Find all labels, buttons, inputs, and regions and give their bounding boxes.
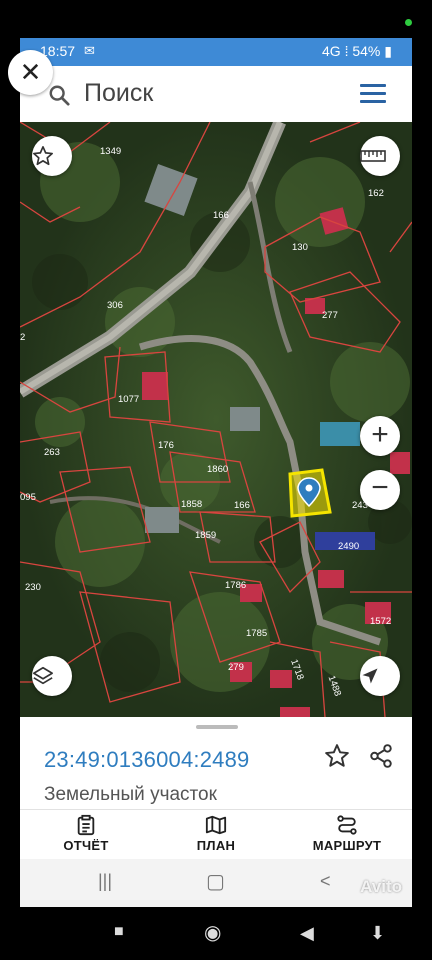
back-triangle-icon[interactable]: ◀	[300, 923, 314, 944]
map-view[interactable]: 1349 166 162 130 306 277 2 1077 176 263 …	[20, 122, 412, 717]
map-label: 279	[228, 662, 244, 673]
map-label: 130	[292, 242, 308, 253]
menu-icon[interactable]	[360, 84, 386, 104]
report-icon	[77, 814, 95, 836]
map-label: 176	[158, 440, 174, 451]
battery-level: 54%	[352, 43, 381, 59]
route-icon	[337, 815, 357, 835]
map-label: 1572	[370, 616, 391, 627]
close-button[interactable]: ✕	[8, 50, 53, 95]
mail-icon: ✉	[84, 43, 95, 58]
layers-button[interactable]	[32, 656, 72, 696]
map-label: 1077	[118, 394, 139, 405]
navigation-arrow-icon	[362, 668, 378, 684]
status-bar: 18:57 ✉ 4G ⁞ 54% ▮	[20, 38, 412, 66]
home-icon[interactable]: ▢	[206, 869, 225, 894]
search-icon[interactable]	[48, 84, 70, 106]
cadastral-number[interactable]: 23:49:0136004:2489	[44, 747, 249, 773]
map-label: 277	[322, 310, 338, 321]
map-label: 2	[20, 332, 25, 343]
zoom-out-button[interactable]: −	[360, 470, 400, 510]
layers-icon	[33, 666, 53, 685]
map-label: 166	[234, 500, 250, 511]
map-label: 263	[44, 447, 60, 458]
avito-watermark: Avito	[360, 877, 402, 896]
zoom-in-button[interactable]: +	[360, 416, 400, 456]
map-label: 2490	[338, 541, 359, 552]
search-bar: Поиск	[20, 66, 412, 122]
satellite-map: 1349 166 162 130 306 277 2 1077 176 263 …	[20, 122, 412, 717]
map-label: 1786	[225, 580, 246, 591]
favorite-map-button[interactable]	[32, 136, 72, 176]
search-input[interactable]: Поиск	[84, 79, 153, 108]
map-label: 1858	[181, 499, 202, 510]
download-icon[interactable]: ⬇	[370, 923, 385, 944]
map-label: 1785	[246, 628, 267, 639]
map-label: 1859	[195, 530, 216, 541]
route-button[interactable]: МАРШРУТ	[302, 814, 392, 853]
star-icon[interactable]	[324, 743, 350, 769]
ruler-icon	[360, 150, 386, 162]
home-circle-icon[interactable]: ◉	[204, 920, 221, 945]
device-navigation-bar: ■ ◉ ◀ ⬇	[0, 907, 432, 960]
map-label: 162	[368, 188, 384, 199]
map-label: 306	[107, 300, 123, 311]
star-icon	[33, 146, 53, 166]
square-icon[interactable]: ■	[114, 923, 124, 941]
map-label: 230	[25, 582, 41, 593]
map-label: 1349	[100, 146, 121, 157]
inner-navigation-bar: ||| ▢ < Avito	[20, 859, 412, 907]
back-icon[interactable]: <	[320, 871, 331, 892]
report-button[interactable]: ОТЧЁТ	[60, 814, 112, 853]
notification-led	[405, 19, 412, 26]
parcel-type: Земельный участок	[44, 784, 217, 805]
plan-button[interactable]: ПЛАН	[190, 814, 242, 853]
share-icon[interactable]	[368, 743, 394, 769]
ruler-button[interactable]	[360, 136, 400, 176]
battery-icon: ▮	[384, 43, 392, 59]
signal-indicator: 4G	[322, 43, 341, 59]
my-location-button[interactable]	[360, 656, 400, 696]
map-label: 1860	[207, 464, 228, 475]
map-label: 166	[213, 210, 229, 221]
sheet-drag-handle[interactable]	[196, 725, 238, 729]
map-label: 095	[20, 492, 36, 503]
action-bar: ОТЧЁТ ПЛАН МАРШРУТ	[20, 809, 412, 860]
recents-icon[interactable]: |||	[98, 871, 112, 892]
map-plan-icon	[205, 815, 227, 835]
parcel-info-sheet[interactable]: 23:49:0136004:2489 Земельный участок	[20, 717, 412, 809]
